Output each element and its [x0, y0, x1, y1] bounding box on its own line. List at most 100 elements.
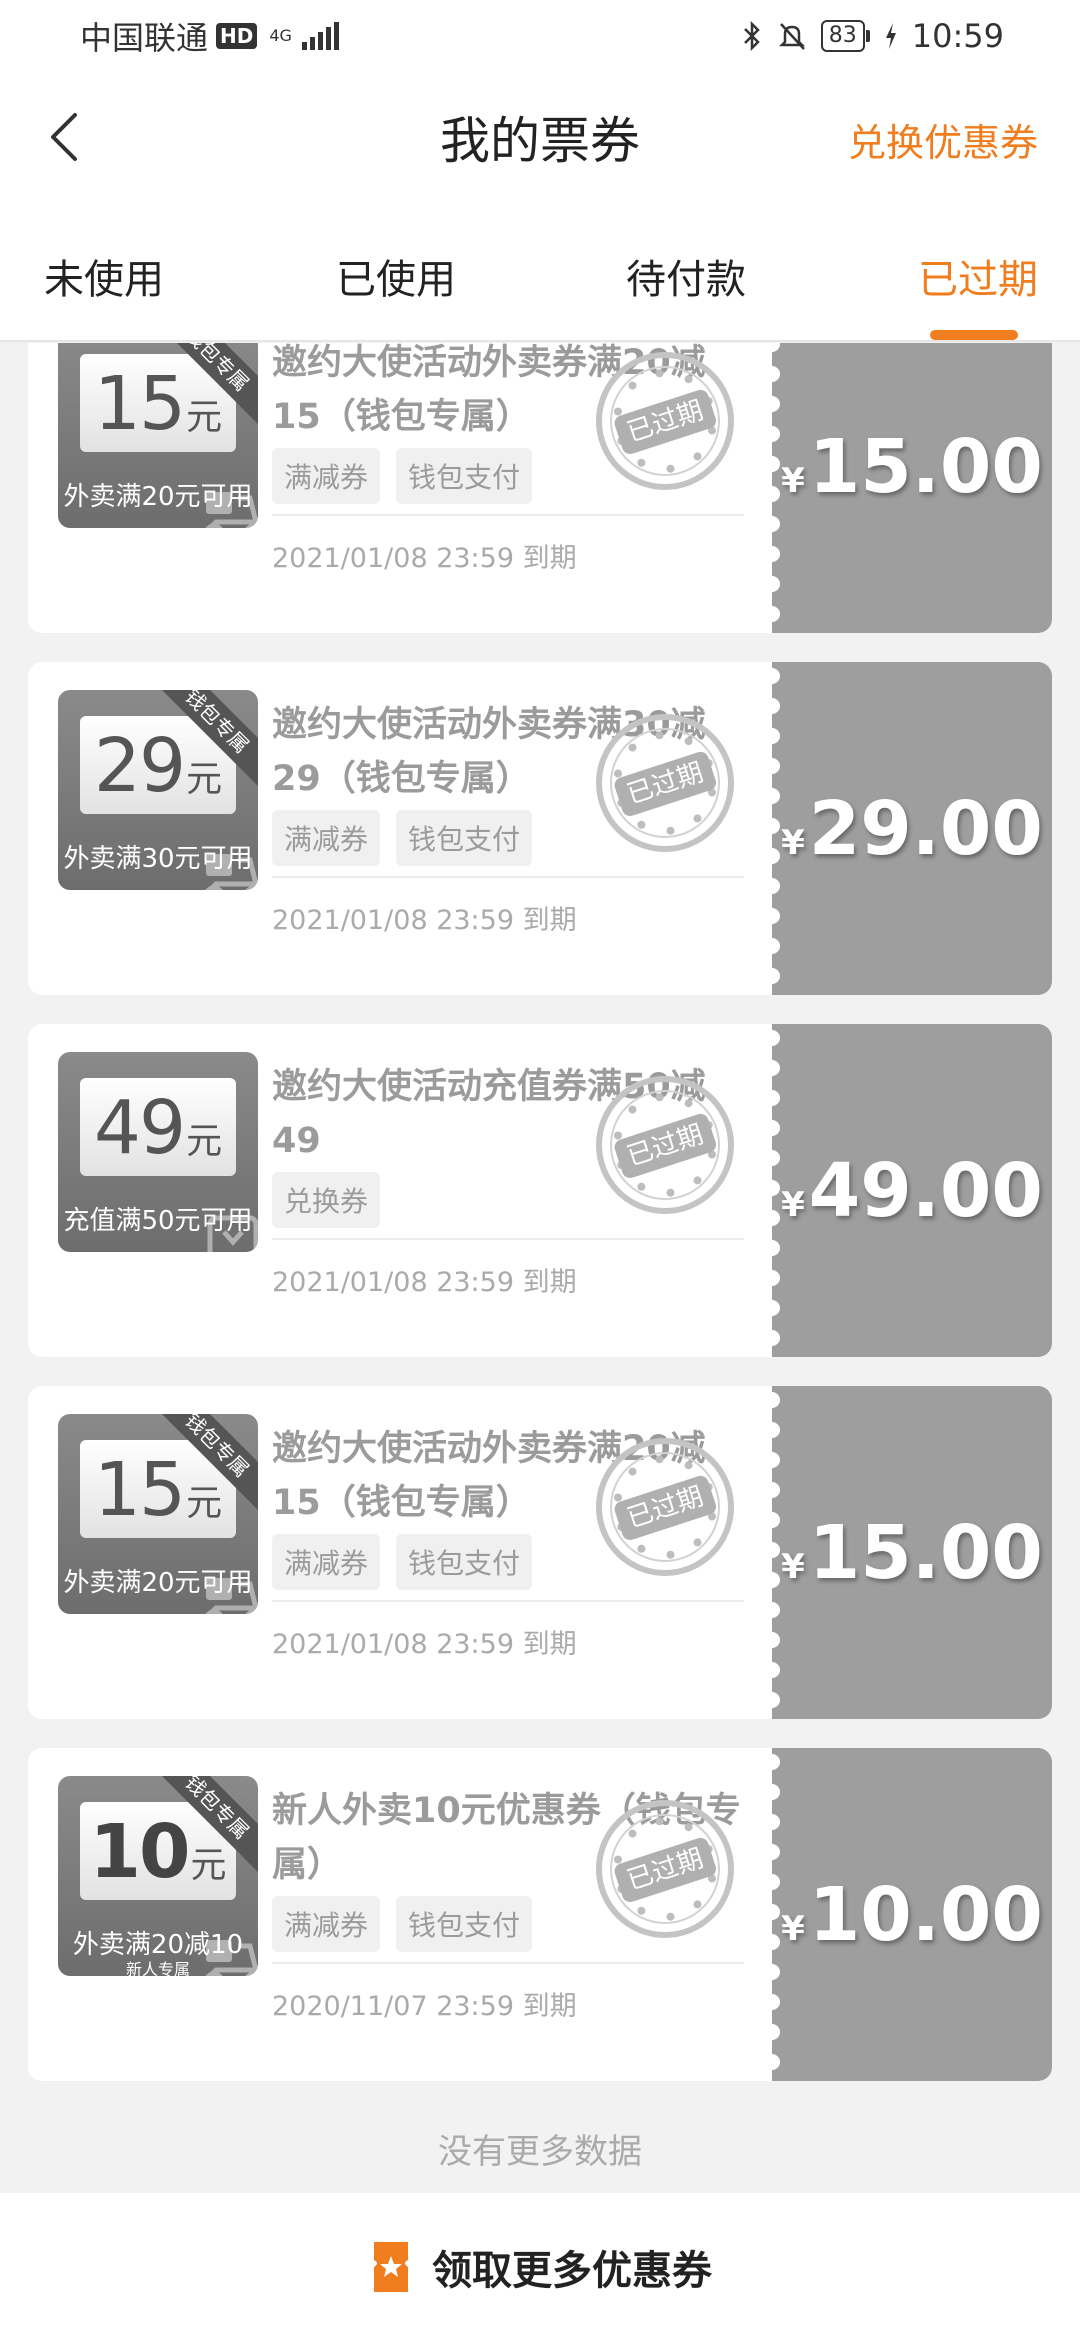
hd-icon: HD: [216, 23, 258, 49]
status-right: 83 10:59: [741, 17, 1004, 55]
expiry-date: 2021/01/08 23:59 到期: [272, 1267, 577, 1298]
coupon-price: ¥29.00: [772, 662, 1052, 995]
tab-expired[interactable]: 已过期: [918, 247, 1038, 305]
expired-stamp-icon: 已过期: [596, 352, 734, 490]
get-more-coupons-button[interactable]: 领取更多优惠券: [0, 2193, 1080, 2340]
get-more-coupons-label: 领取更多优惠券: [432, 2247, 712, 2294]
coupon-info: 29 元外卖满30元可用 钱包专属 邀约大使活动外卖券满30减29（钱包专属） 满减券钱…: [28, 662, 772, 995]
coupon-card[interactable]: 15 元外卖满20元可用 钱包专属 邀约大使活动外卖券满20减15（钱包专属） 满减券钱…: [28, 1386, 1052, 1719]
divider: [272, 1600, 744, 1602]
expiry-date: 2021/01/08 23:59 到期: [272, 905, 577, 936]
no-more-data: 没有更多数据: [438, 2132, 642, 2172]
thumb-unit: 元: [190, 1845, 227, 1886]
coupon-card[interactable]: 10 元外卖满20减10 新人专属 钱包专属 新人外卖10元优惠券（钱包专属） 满减券 钱包…: [28, 1748, 1052, 2081]
price-amount: 29.00: [808, 785, 1043, 872]
coupon-tags: 兑换券: [272, 1172, 381, 1228]
battery-level: 83: [820, 20, 865, 52]
thumb-value-card: 49 元: [80, 1078, 236, 1176]
coupon-thumbnail: 10 元外卖满20减10 新人专属 钱包专属: [58, 1776, 258, 1976]
coupon-price-panel: ¥29.00: [772, 662, 1052, 995]
perforation-edge: [764, 1748, 780, 2081]
mute-bell-icon: [778, 23, 805, 50]
coupon-price-panel: ¥15.00: [772, 1386, 1052, 1719]
currency-symbol: ¥: [781, 822, 805, 863]
bluetooth-icon: [743, 20, 760, 52]
coupon-tag: 钱包支付: [396, 810, 533, 866]
charging-icon: [885, 23, 896, 49]
coupon-price: ¥15.00: [772, 343, 1052, 633]
tab-used[interactable]: 已使用: [336, 247, 456, 305]
coupon-price-panel: ¥15.00: [772, 343, 1052, 633]
divider: [272, 876, 744, 878]
expired-stamp-icon: 已过期: [596, 1076, 734, 1214]
coupon-info: 49 元充值满50元可用 邀约大使活动充值券满50减49 兑换券 2021/01/08 …: [28, 1024, 772, 1357]
tab-unused[interactable]: 未使用: [44, 247, 164, 305]
coupon-tags: 满减券 钱包支付: [272, 1896, 533, 1952]
expiry-date: 2021/01/08 23:59 到期: [272, 543, 577, 574]
page-title: 我的票券: [440, 112, 640, 170]
coupon-list[interactable]: 15 元外卖满20元可用 钱包专属 邀约大使活动外卖券满20减15（钱包专属） 满减券钱…: [0, 343, 1080, 2193]
coupon-tag: 满减券: [272, 1896, 381, 1952]
price-amount: 15.00: [808, 1509, 1043, 1596]
coupon-info: 10 元外卖满20减10 新人专属 钱包专属 新人外卖10元优惠券（钱包专属） 满减券 钱包…: [28, 1748, 772, 2081]
thumb-subtitle: 新人专属: [125, 1960, 190, 1976]
perforation-edge: [764, 1024, 780, 1357]
exchange-coupon-button[interactable]: 兑换优惠券: [848, 112, 1038, 167]
price-amount: 10.00: [808, 1871, 1043, 1958]
coupon-card[interactable]: 49 元充值满50元可用 邀约大使活动充值券满50减49 兑换券 2021/01/08 …: [28, 1024, 1052, 1357]
back-button[interactable]: [30, 104, 96, 170]
price-amount: 15.00: [808, 423, 1043, 510]
currency-symbol: ¥: [781, 1908, 805, 1949]
coupon-price-panel: ¥10.00: [772, 1748, 1052, 2081]
tab-pending-payment[interactable]: 待付款: [626, 247, 746, 305]
currency-symbol: ¥: [781, 1546, 805, 1587]
expiry-date: 2020/11/07 23:59 到期: [272, 1991, 577, 2022]
coupon-info: 15 元外卖满20元可用 钱包专属 邀约大使活动外卖券满20减15（钱包专属） 满减券钱…: [28, 343, 772, 633]
coupon-thumbnail: 49 元充值满50元可用: [58, 1052, 258, 1252]
carrier-name: 中国联通: [80, 19, 209, 57]
currency-symbol: ¥: [781, 1184, 805, 1225]
thumb-condition: 充值满50元可用: [63, 1206, 253, 1236]
thumb-condition: 外卖满30元可用: [63, 844, 253, 874]
perforation-edge: [764, 343, 780, 633]
divider: [272, 1238, 744, 1240]
coupon-thumbnail: 29 元外卖满30元可用 钱包专属: [58, 690, 258, 890]
back-arrow-icon: [51, 113, 77, 161]
tab-bar: 未使用 已使用 待付款 已过期: [0, 202, 1080, 342]
perforation-edge: [764, 662, 780, 995]
battery-icon: 83: [820, 20, 870, 52]
coupon-price: ¥10.00: [772, 1748, 1052, 2081]
coupon-thumbnail: 15 元外卖满20元可用 钱包专属: [58, 1414, 258, 1614]
signal-icon: [301, 22, 339, 50]
expiry-date: 2021/01/08 23:59 到期: [272, 1629, 577, 1660]
status-bar: 中国联通 HD 4G 83 10:59: [0, 0, 1080, 72]
currency-symbol: ¥: [781, 460, 805, 501]
perforation-edge: [764, 1386, 780, 1719]
thumb-value: 49: [93, 1085, 186, 1171]
header: 我的票券 兑换优惠券: [0, 72, 1080, 202]
status-left: 中国联通 HD 4G: [80, 13, 339, 59]
coupon-tags: 满减券 钱包支付: [272, 448, 533, 504]
expired-stamp-icon: 已过期: [596, 1438, 734, 1576]
coupon-card[interactable]: 15 元外卖满20元可用 钱包专属 邀约大使活动外卖券满20减15（钱包专属） 满减券钱…: [28, 343, 1052, 633]
thumb-condition: 外卖满20元可用: [63, 482, 253, 512]
divider: [272, 514, 744, 516]
thumb-unit: 元: [186, 1483, 223, 1524]
thumb-value: 29: [93, 723, 186, 809]
thumb-condition: 外卖满20元可用: [63, 1568, 253, 1598]
coupon-tag: 满减券: [272, 448, 381, 504]
coupon-thumbnail: 15 元外卖满20元可用 钱包专属: [58, 343, 258, 528]
coupon-price: ¥15.00: [772, 1386, 1052, 1719]
thumb-unit: 元: [186, 759, 223, 800]
coupon-tag: 满减券: [272, 1534, 381, 1590]
tab-indicator: [930, 330, 1018, 340]
coupon-tags: 满减券 钱包支付: [272, 1534, 533, 1590]
coupon-tag: 钱包支付: [396, 1534, 533, 1590]
price-amount: 49.00: [808, 1147, 1043, 1234]
thumb-value: 10: [89, 1809, 191, 1895]
thumb-value: 15: [93, 361, 186, 447]
coupon-card[interactable]: 29 元外卖满30元可用 钱包专属 邀约大使活动外卖券满30减29（钱包专属） 满减券钱…: [28, 662, 1052, 995]
coupon-ticket-icon: [374, 2241, 408, 2292]
thumb-unit: 元: [186, 1121, 223, 1162]
thumb-unit: 元: [186, 397, 223, 438]
